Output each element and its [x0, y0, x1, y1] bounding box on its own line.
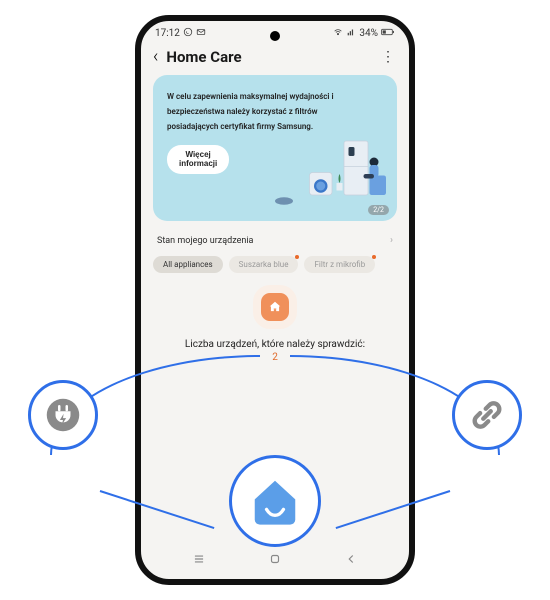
hub-right-bubble[interactable] [452, 380, 522, 450]
android-back-button[interactable] [344, 552, 358, 569]
chip-label: Suszarka blue [239, 260, 289, 269]
wifi-icon [333, 27, 343, 40]
battery-text: 34% [359, 28, 378, 39]
back-icon[interactable]: ‹ [153, 46, 158, 67]
app-header: ‹ Home Care ⋮ [141, 40, 409, 75]
banner-illustration [269, 135, 389, 213]
plug-energy-icon [43, 395, 83, 435]
chip-filter[interactable]: Filtr z mikrofib [304, 256, 375, 273]
alert-home-icon [261, 293, 289, 321]
more-info-button[interactable]: Więcej informacji [167, 145, 229, 174]
signal-icon [346, 27, 356, 40]
notification-dot [295, 255, 299, 259]
alert-panel: Liczba urządzeń, które należy sprawdzić:… [141, 293, 409, 363]
hub-center-bubble[interactable] [229, 455, 321, 547]
status-time: 17:12 [155, 28, 180, 39]
alert-text: Liczba urządzeń, które należy sprawdzić: [185, 339, 365, 350]
notification-dot [372, 255, 376, 259]
hub-left-bubble[interactable] [28, 380, 98, 450]
banner-text: W celu zapewnienia maksymalnej wydajnośc… [167, 89, 337, 135]
android-nav-bar [141, 548, 409, 573]
page-title: Home Care [166, 48, 373, 66]
chevron-right-icon: › [390, 235, 393, 246]
link-icon [467, 395, 507, 435]
alert-count: 2 [272, 352, 278, 363]
device-status-label: Stan mojego urządzenia [157, 236, 253, 246]
whatsapp-icon [183, 27, 193, 40]
mail-icon [196, 27, 206, 40]
home-smile-icon [248, 474, 302, 528]
camera-notch [270, 31, 280, 41]
banner-page-indicator: 2/2 [368, 205, 389, 215]
battery-icon [381, 27, 395, 40]
promo-banner[interactable]: W celu zapewnienia maksymalnej wydajnośc… [153, 75, 397, 221]
device-status-row[interactable]: Stan mojego urządzenia › [157, 235, 393, 246]
filter-chip-row: All appliances Suszarka blue Filtr z mik… [153, 256, 397, 273]
chip-label: All appliances [163, 260, 213, 269]
overflow-menu-icon[interactable]: ⋮ [381, 49, 395, 65]
chip-label: Filtr z mikrofib [314, 260, 365, 269]
chip-dryer[interactable]: Suszarka blue [229, 256, 299, 273]
home-button[interactable] [268, 552, 282, 569]
recent-apps-button[interactable] [192, 552, 206, 569]
chip-all-appliances[interactable]: All appliances [153, 256, 223, 273]
